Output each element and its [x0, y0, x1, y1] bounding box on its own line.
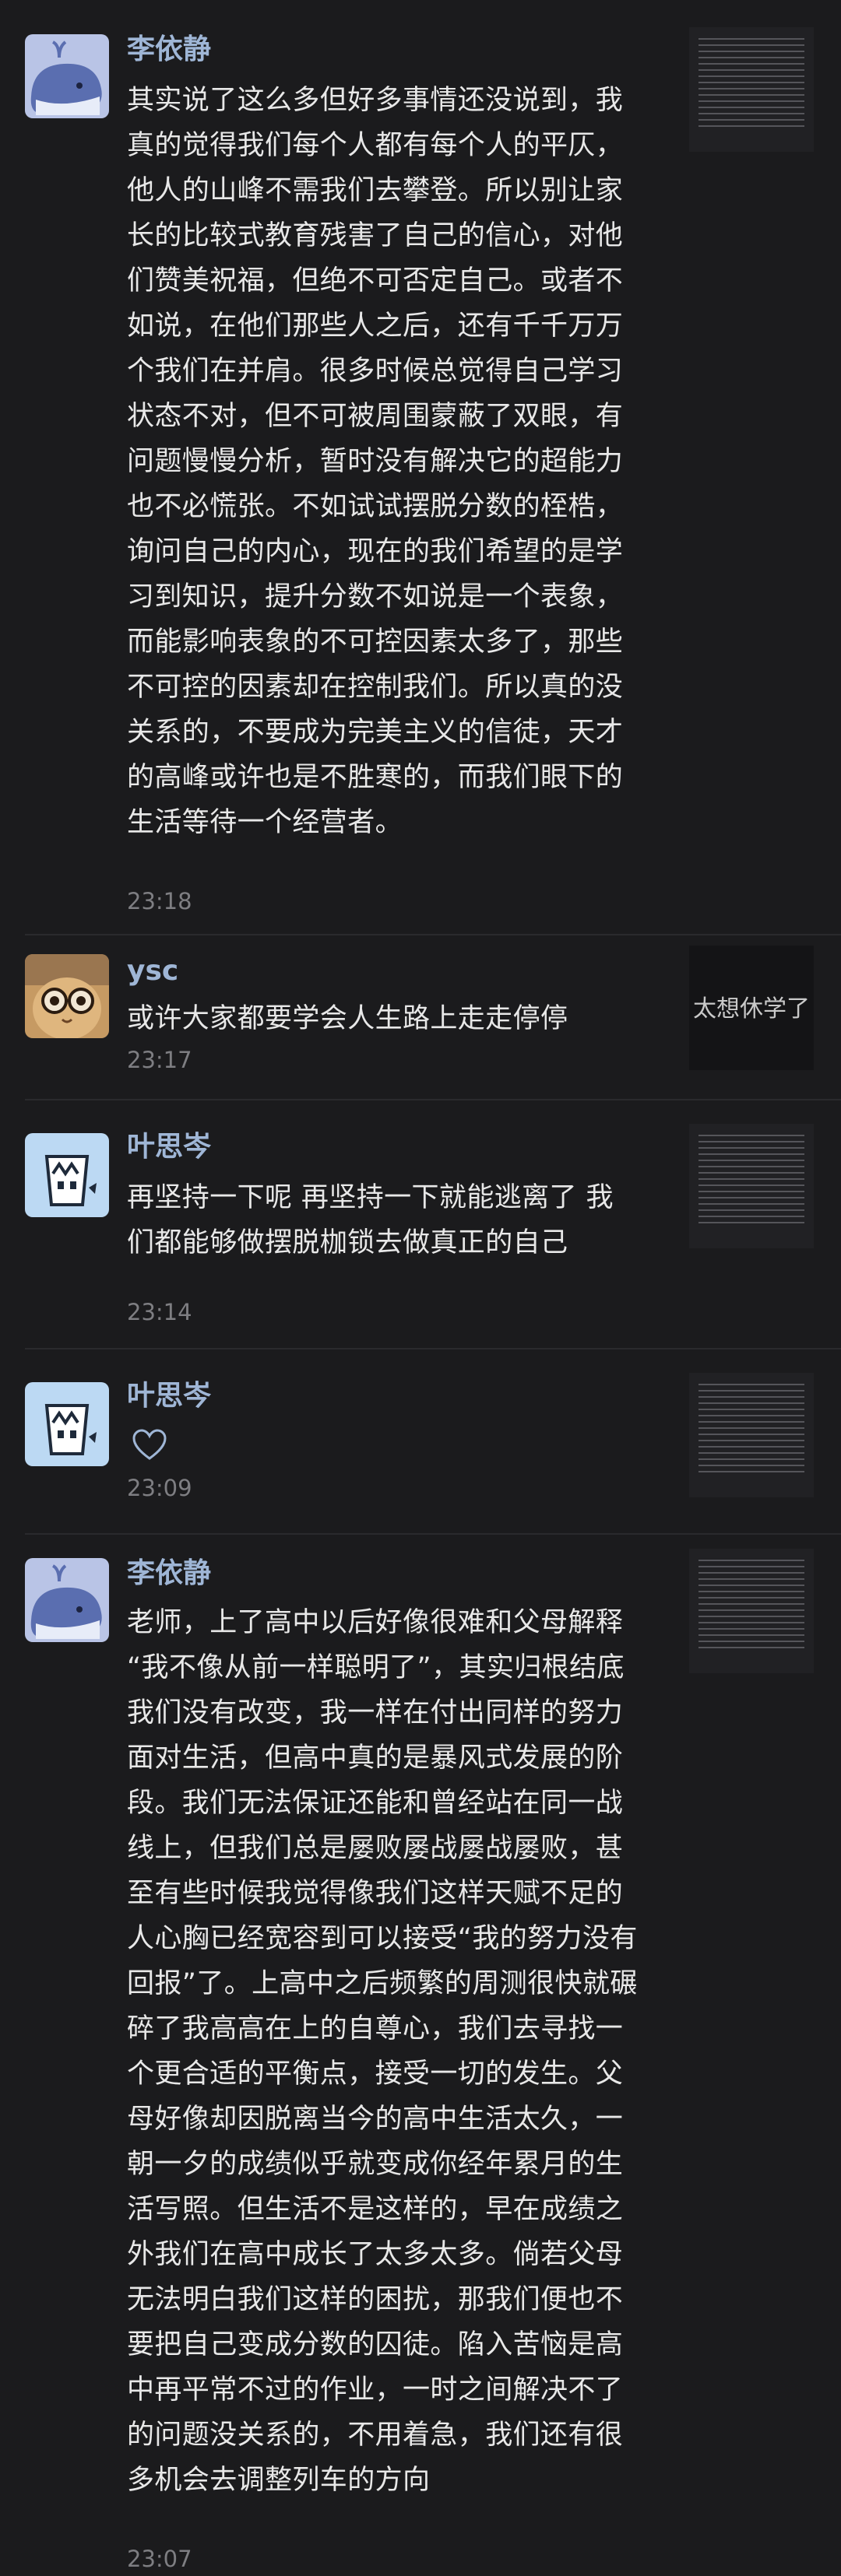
whale-avatar[interactable]	[25, 34, 109, 118]
comment-time: 23:17	[127, 1047, 192, 1073]
author-name[interactable]: 叶思岑	[127, 1377, 211, 1415]
thumbnail-caption: 太想休学了	[693, 995, 810, 1023]
comment-text: 或许大家都要学会人生路上走走停停	[127, 1003, 568, 1034]
milk-cup-avatar[interactable]	[25, 1382, 109, 1466]
comment-item[interactable]: 李依静 其实说了这么多但好多事情还没说到，我 真的觉得我们每个人都有每个人的平仄…	[0, 0, 841, 934]
author-name[interactable]: 李依静	[127, 1555, 211, 1592]
comment-feed: 李依静 其实说了这么多但好多事情还没说到，我 真的觉得我们每个人都有每个人的平仄…	[0, 0, 841, 2576]
comment-time: 23:09	[127, 1475, 192, 1501]
comment-time: 23:07	[127, 2546, 192, 2572]
comment-item[interactable]: 叶思岑 23:09	[0, 1349, 841, 1533]
image-thumbnail[interactable]	[689, 1124, 814, 1248]
heart-icon[interactable]	[131, 1427, 168, 1465]
comment-time: 23:14	[127, 1299, 192, 1325]
comment-time: 23:18	[127, 888, 192, 914]
image-thumbnail[interactable]: 太想休学了	[689, 946, 814, 1070]
image-thumbnail[interactable]	[689, 1549, 814, 1673]
milk-cup-avatar[interactable]	[25, 1133, 109, 1217]
comment-item[interactable]: 叶思岑 再坚持一下呢 再坚持一下就能逃离了 我 们都能够做摆脱枷锁去做真正的自己…	[0, 1100, 841, 1348]
image-thumbnail[interactable]	[689, 1373, 814, 1497]
author-name[interactable]: 叶思岑	[127, 1128, 211, 1166]
comment-text: 老师，上了高中以后好像很难和父母解释 “我不像从前一样聪明了”，其实归根结底 我…	[127, 1607, 638, 2496]
comment-item[interactable]: ysc 或许大家都要学会人生路上走走停停 23:17 太想休学了	[0, 935, 841, 1099]
cat-glasses-avatar[interactable]	[25, 954, 109, 1038]
author-name[interactable]: 李依静	[127, 31, 211, 68]
whale-avatar[interactable]	[25, 1558, 109, 1642]
comment-text: 其实说了这么多但好多事情还没说到，我 真的觉得我们每个人都有每个人的平仄， 他人…	[127, 85, 624, 838]
comment-item[interactable]: 李依静 老师，上了高中以后好像很难和父母解释 “我不像从前一样聪明了”，其实归根…	[0, 1535, 841, 2576]
comment-text: 再坚持一下呢 再坚持一下就能逃离了 我 们都能够做摆脱枷锁去做真正的自己	[127, 1182, 614, 1258]
author-name[interactable]: ysc	[127, 953, 178, 990]
image-thumbnail[interactable]	[689, 27, 814, 152]
